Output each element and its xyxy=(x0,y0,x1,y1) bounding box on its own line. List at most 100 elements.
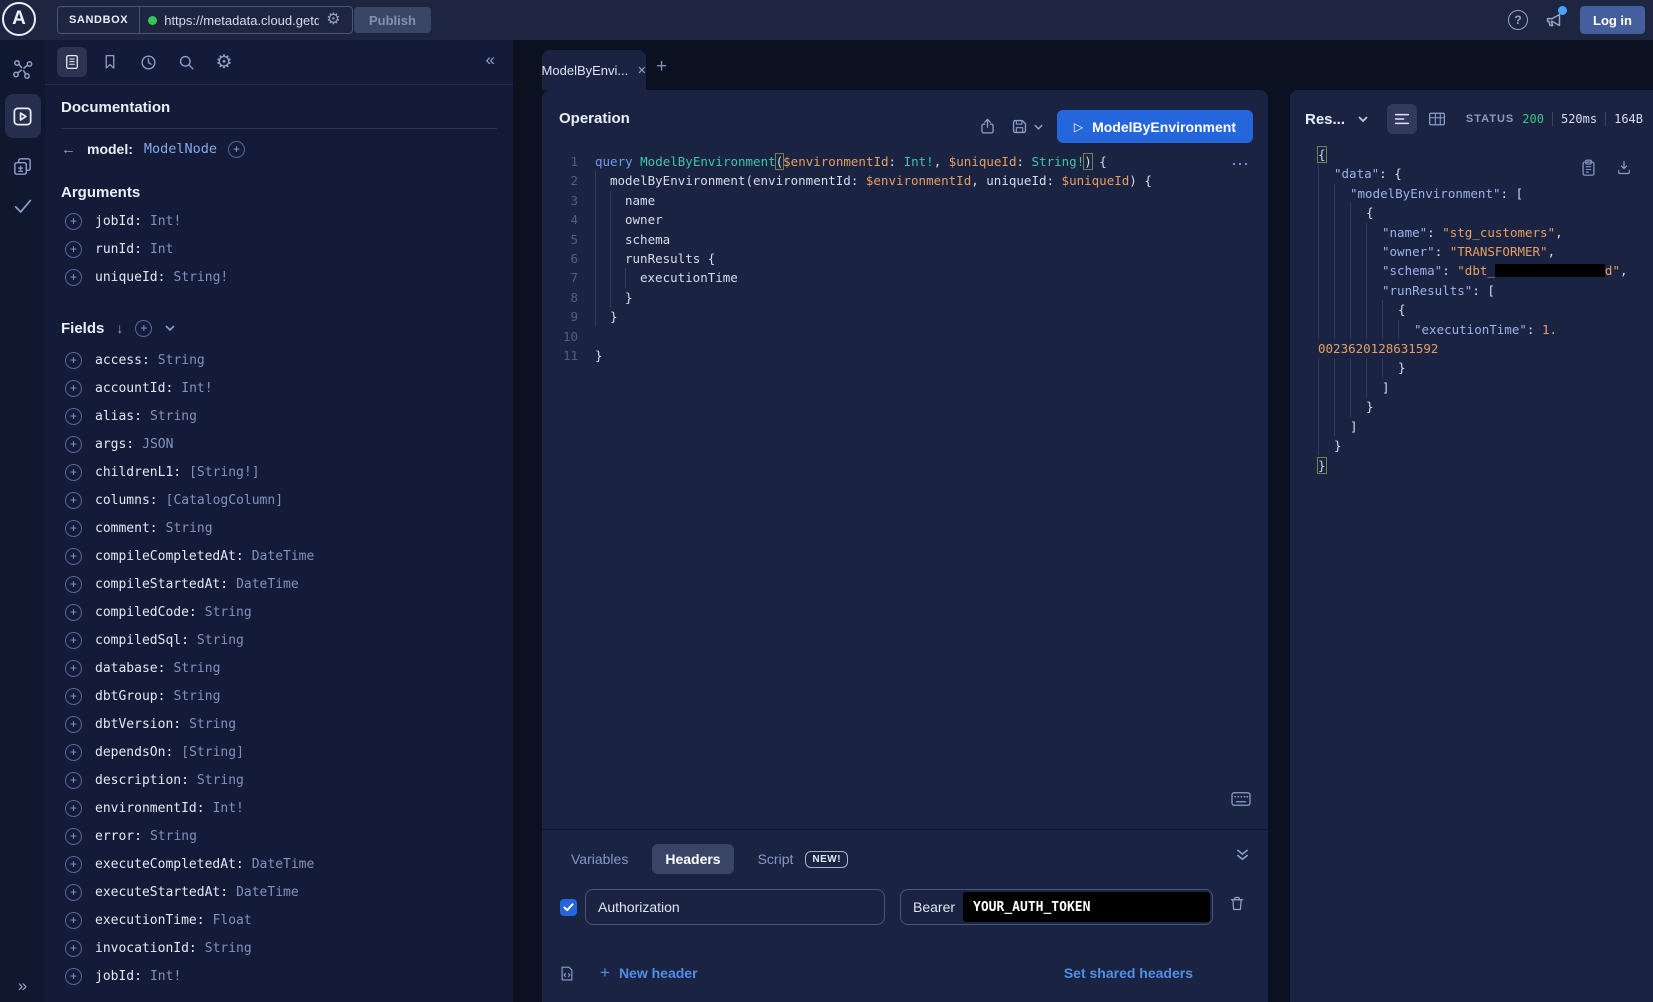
explorer-nav-active[interactable] xyxy=(5,94,41,138)
response-menu-chevron-icon[interactable] xyxy=(1357,115,1369,123)
sort-fields-icon[interactable]: ↓ xyxy=(116,320,123,336)
add-to-query-icon[interactable]: + xyxy=(65,968,82,985)
field-row[interactable]: +dbtVersion:String xyxy=(61,710,497,738)
field-row[interactable]: +jobId:Int! xyxy=(61,207,497,235)
header-enabled-checkbox[interactable] xyxy=(560,899,577,916)
add-to-query-icon[interactable]: + xyxy=(65,856,82,873)
add-to-query-icon[interactable]: + xyxy=(65,744,82,761)
add-to-query-icon[interactable]: + xyxy=(65,213,82,230)
field-row[interactable]: +error:String xyxy=(61,822,497,850)
response-title[interactable]: Res... xyxy=(1305,111,1345,128)
graph-schema-icon[interactable] xyxy=(11,57,35,81)
add-to-query-icon[interactable]: + xyxy=(65,241,82,258)
field-row[interactable]: +columns:[CatalogColumn] xyxy=(61,486,497,514)
set-shared-headers-link[interactable]: Set shared headers xyxy=(1064,965,1193,981)
keyboard-shortcuts-icon[interactable] xyxy=(1230,790,1252,808)
type-link[interactable]: ModelNode xyxy=(144,141,217,157)
add-to-query-icon[interactable]: + xyxy=(65,548,82,565)
add-to-query-icon[interactable]: + xyxy=(65,492,82,509)
share-operation-icon[interactable] xyxy=(978,117,997,136)
history-tab[interactable] xyxy=(133,47,163,77)
new-tab-button[interactable]: + xyxy=(656,56,667,78)
bookmarks-tab[interactable] xyxy=(95,47,125,77)
delete-header-icon[interactable] xyxy=(1228,894,1246,913)
field-row[interactable]: +comment:String xyxy=(61,514,497,542)
add-to-query-icon[interactable]: + xyxy=(65,464,82,481)
search-tab[interactable] xyxy=(171,47,201,77)
field-row[interactable]: +dependsOn:[String] xyxy=(61,738,497,766)
tab-variables[interactable]: Variables xyxy=(571,851,628,867)
editor-overflow-menu-icon[interactable]: ⋯ xyxy=(1231,154,1250,175)
back-arrow-icon[interactable]: ← xyxy=(61,141,76,158)
save-menu-chevron-icon[interactable] xyxy=(1033,123,1044,131)
field-row[interactable]: +compileStartedAt:DateTime xyxy=(61,570,497,598)
field-row[interactable]: +alias:String xyxy=(61,402,497,430)
close-tab-icon[interactable]: ✕ xyxy=(637,64,646,77)
collapse-request-section-icon[interactable] xyxy=(1235,848,1250,862)
field-row[interactable]: +childrenL1:[String!] xyxy=(61,458,497,486)
publish-button[interactable]: Publish xyxy=(354,7,431,33)
field-row[interactable]: +invocationId:String xyxy=(61,934,497,962)
raw-view-toggle-active[interactable] xyxy=(1387,104,1417,134)
new-header-button[interactable]: + New header xyxy=(600,963,698,983)
endpoint-url[interactable]: https://metadata.cloud.getd xyxy=(164,13,319,28)
add-all-fields-icon[interactable]: + xyxy=(135,320,152,337)
auth-token-redacted[interactable]: YOUR_AUTH_TOKEN xyxy=(963,892,1210,922)
explorer-settings-gear-icon[interactable]: ⚙ xyxy=(209,47,239,77)
field-row[interactable]: +description:String xyxy=(61,766,497,794)
add-to-query-icon[interactable]: + xyxy=(65,436,82,453)
field-row[interactable]: +compiledCode:String xyxy=(61,598,497,626)
add-to-query-icon[interactable]: + xyxy=(65,828,82,845)
documentation-tab-active[interactable] xyxy=(57,47,87,77)
field-row[interactable]: +compiledSql:String xyxy=(61,626,497,654)
field-row[interactable]: +environmentId:Int! xyxy=(61,794,497,822)
collapse-docs-icon[interactable]: « xyxy=(486,50,495,70)
download-response-icon[interactable] xyxy=(1615,158,1633,177)
run-operation-button[interactable]: ▷ ModelByEnvironment xyxy=(1057,110,1253,143)
endpoint-url-cell[interactable]: https://metadata.cloud.getd ⚙ xyxy=(140,7,352,33)
graphql-editor[interactable]: 1query ModelByEnvironment($environmentId… xyxy=(542,152,1268,812)
add-to-query-icon[interactable]: + xyxy=(65,520,82,537)
table-view-toggle[interactable] xyxy=(1428,111,1446,127)
checks-icon[interactable] xyxy=(12,195,34,217)
add-to-query-icon[interactable]: + xyxy=(65,352,82,369)
field-row[interactable]: +executeStartedAt:DateTime xyxy=(61,878,497,906)
add-to-query-icon[interactable]: + xyxy=(65,269,82,286)
tab-script[interactable]: Script xyxy=(758,851,794,867)
save-operation-icon[interactable] xyxy=(1010,117,1029,136)
header-value-field[interactable]: Bearer YOUR_AUTH_TOKEN xyxy=(900,889,1213,925)
add-to-query-icon[interactable]: + xyxy=(65,884,82,901)
edit-headers-doc-icon[interactable] xyxy=(558,964,576,983)
add-field-icon[interactable]: + xyxy=(228,141,245,158)
copy-response-icon[interactable] xyxy=(1580,158,1597,177)
field-row[interactable]: +executionTime:Float xyxy=(61,906,497,934)
help-icon[interactable]: ? xyxy=(1508,10,1528,30)
add-to-query-icon[interactable]: + xyxy=(65,408,82,425)
add-to-query-icon[interactable]: + xyxy=(65,940,82,957)
tab-headers[interactable]: Headers xyxy=(652,844,733,874)
header-key-input[interactable] xyxy=(585,889,885,925)
response-json[interactable]: {"data": {"modelByEnvironment": [{"name"… xyxy=(1290,145,1653,1002)
add-to-query-icon[interactable]: + xyxy=(65,604,82,621)
field-row[interactable]: +jobId:Int! xyxy=(61,962,497,990)
add-to-query-icon[interactable]: + xyxy=(65,632,82,649)
add-to-query-icon[interactable]: + xyxy=(65,912,82,929)
field-row[interactable]: +database:String xyxy=(61,654,497,682)
field-row[interactable]: +dbtGroup:String xyxy=(61,682,497,710)
fields-menu-chevron-icon[interactable] xyxy=(164,324,176,332)
field-row[interactable]: +uniqueId:String! xyxy=(61,263,497,291)
field-row[interactable]: +access:String xyxy=(61,346,497,374)
add-to-query-icon[interactable]: + xyxy=(65,688,82,705)
add-to-query-icon[interactable]: + xyxy=(65,576,82,593)
add-to-query-icon[interactable]: + xyxy=(65,800,82,817)
add-to-query-icon[interactable]: + xyxy=(65,380,82,397)
operation-tab[interactable]: ModelByEnvi... ✕ xyxy=(542,50,646,90)
add-to-query-icon[interactable]: + xyxy=(65,716,82,733)
add-to-query-icon[interactable]: + xyxy=(65,660,82,677)
expand-rail-icon[interactable]: » xyxy=(0,976,45,996)
field-row[interactable]: +args:JSON xyxy=(61,430,497,458)
announcements-button[interactable] xyxy=(1543,9,1565,31)
login-button[interactable]: Log in xyxy=(1580,6,1645,34)
field-row[interactable]: +compileCompletedAt:DateTime xyxy=(61,542,497,570)
field-row[interactable]: +runId:Int xyxy=(61,235,497,263)
